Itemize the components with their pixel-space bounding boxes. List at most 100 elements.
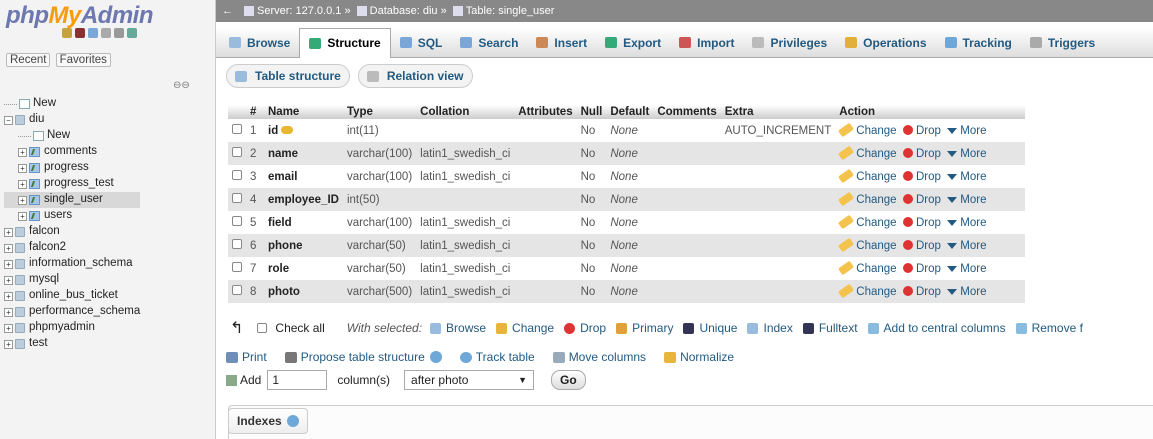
- change-action[interactable]: Change: [838, 191, 897, 207]
- expand-icon[interactable]: −: [4, 115, 13, 125]
- expand-icon[interactable]: +: [4, 339, 13, 349]
- tab-import[interactable]: Import: [670, 28, 743, 58]
- more-action[interactable]: More: [947, 240, 986, 252]
- collapse-arrow-icon[interactable]: ←: [222, 5, 233, 17]
- print-link[interactable]: Print: [226, 350, 267, 364]
- bulk-add-to-central-columns[interactable]: Add to central columns: [867, 321, 1006, 335]
- drop-action[interactable]: Drop: [902, 240, 941, 252]
- tab-relation-view[interactable]: Relation view: [357, 64, 473, 88]
- bulk-primary[interactable]: Primary: [616, 321, 673, 335]
- bulk-index[interactable]: Index: [747, 321, 793, 335]
- more-action[interactable]: More: [947, 171, 986, 183]
- drop-action[interactable]: Drop: [902, 148, 941, 160]
- row-checkbox[interactable]: [232, 262, 242, 272]
- tree-item-phpmyadmin[interactable]: + phpmyadmin: [4, 320, 140, 336]
- expand-icon[interactable]: +: [18, 163, 27, 173]
- bulk-change[interactable]: Change: [496, 321, 554, 335]
- drop-action[interactable]: Drop: [902, 125, 941, 137]
- tab-browse[interactable]: Browse: [220, 28, 299, 58]
- expand-icon[interactable]: +: [4, 291, 13, 301]
- expand-icon[interactable]: +: [4, 259, 13, 269]
- more-action[interactable]: More: [947, 217, 986, 229]
- breadcrumb-database[interactable]: Database: diu: [370, 5, 438, 17]
- help-icon[interactable]: [429, 351, 442, 363]
- help-icon[interactable]: [286, 415, 299, 427]
- tree-item-test[interactable]: + test: [4, 336, 140, 352]
- bulk-unique[interactable]: Unique: [683, 321, 737, 335]
- expand-icon[interactable]: +: [18, 211, 27, 221]
- change-action[interactable]: Change: [838, 260, 897, 276]
- tree-item-falcon2[interactable]: + falcon2: [4, 240, 140, 256]
- row-checkbox[interactable]: [232, 170, 242, 180]
- docs-icon[interactable]: [88, 28, 98, 38]
- tree-item-progress[interactable]: + progress: [4, 160, 140, 176]
- home-icon[interactable]: [62, 28, 72, 38]
- row-checkbox[interactable]: [232, 124, 242, 134]
- expand-icon[interactable]: +: [18, 147, 27, 157]
- tab-insert[interactable]: Insert: [527, 28, 596, 58]
- track-table-link[interactable]: Track table: [459, 350, 535, 364]
- change-action[interactable]: Change: [838, 237, 897, 253]
- change-action[interactable]: Change: [838, 283, 897, 299]
- expand-icon[interactable]: +: [18, 179, 27, 189]
- change-action[interactable]: Change: [838, 122, 897, 138]
- drop-action[interactable]: Drop: [902, 217, 941, 229]
- bulk-fulltext[interactable]: Fulltext: [802, 321, 858, 335]
- tab-table-structure[interactable]: Table structure: [226, 64, 350, 88]
- expand-icon[interactable]: +: [4, 307, 13, 317]
- drop-action[interactable]: Drop: [902, 171, 941, 183]
- row-checkbox[interactable]: [232, 147, 242, 157]
- more-action[interactable]: More: [947, 263, 986, 275]
- favorites-tab[interactable]: Favorites: [55, 53, 111, 67]
- tree-item-diu[interactable]: − diu: [4, 112, 140, 128]
- change-action[interactable]: Change: [838, 145, 897, 161]
- more-action[interactable]: More: [947, 148, 986, 160]
- check-all-label[interactable]: Check all: [275, 321, 324, 335]
- settings-icon[interactable]: [114, 28, 124, 38]
- expand-icon[interactable]: +: [4, 243, 13, 253]
- more-action[interactable]: More: [947, 286, 986, 298]
- phpmyadmin-logo[interactable]: phpMyAdmin: [6, 3, 154, 29]
- tree-item-information-schema[interactable]: + information_schema: [4, 256, 140, 272]
- tree-item-progress-test[interactable]: + progress_test: [4, 176, 140, 192]
- tab-tracking[interactable]: Tracking: [936, 28, 1021, 58]
- link-icon[interactable]: ⊖⊖: [173, 80, 190, 91]
- expand-icon[interactable]: +: [4, 227, 13, 237]
- tab-structure[interactable]: Structure: [299, 27, 391, 58]
- expand-icon[interactable]: +: [18, 195, 27, 205]
- row-checkbox[interactable]: [232, 239, 242, 249]
- tree-item-mysql[interactable]: + mysql: [4, 272, 140, 288]
- tree-item-users[interactable]: + users: [4, 208, 140, 224]
- move-columns-link[interactable]: Move columns: [552, 350, 646, 364]
- tab-export[interactable]: Export: [596, 28, 670, 58]
- tab-triggers[interactable]: Triggers: [1021, 28, 1104, 58]
- tree-item-new[interactable]: New: [4, 96, 140, 112]
- breadcrumb-server[interactable]: Server: 127.0.0.1: [257, 5, 341, 17]
- sql-docs-icon[interactable]: [101, 28, 111, 38]
- go-button[interactable]: Go: [551, 370, 586, 390]
- tree-item-single-user[interactable]: + single_user: [4, 192, 141, 208]
- row-checkbox[interactable]: [232, 193, 242, 203]
- tab-search[interactable]: Search: [451, 28, 527, 58]
- change-action[interactable]: Change: [838, 214, 897, 230]
- more-action[interactable]: More: [947, 194, 986, 206]
- expand-icon[interactable]: +: [4, 275, 13, 285]
- indexes-toggle[interactable]: Indexes: [228, 408, 308, 434]
- propose-structure-link[interactable]: Propose table structure: [284, 350, 442, 364]
- breadcrumb-table[interactable]: Table: single_user: [466, 5, 555, 17]
- normalize-link[interactable]: Normalize: [664, 350, 734, 364]
- tab-privileges[interactable]: Privileges: [743, 28, 836, 58]
- tab-operations[interactable]: Operations: [836, 28, 935, 58]
- bulk-remove-f[interactable]: Remove f: [1015, 321, 1083, 335]
- drop-action[interactable]: Drop: [902, 263, 941, 275]
- bulk-drop[interactable]: Drop: [564, 321, 606, 335]
- tree-item-comments[interactable]: + comments: [4, 144, 140, 160]
- bulk-browse[interactable]: Browse: [430, 321, 486, 335]
- row-checkbox[interactable]: [232, 285, 242, 295]
- exit-icon[interactable]: [75, 28, 85, 38]
- tree-item-performance-schema[interactable]: + performance_schema: [4, 304, 140, 320]
- recent-tab[interactable]: Recent: [6, 53, 51, 67]
- more-action[interactable]: More: [947, 125, 986, 137]
- column-count-input[interactable]: 1: [267, 370, 328, 390]
- reload-icon[interactable]: [127, 28, 137, 38]
